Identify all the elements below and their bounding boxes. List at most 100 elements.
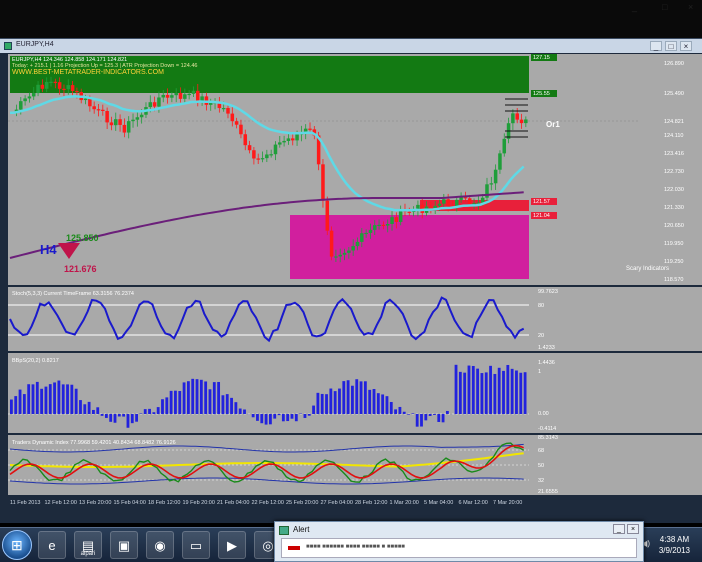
- candle-body: [347, 250, 351, 253]
- bbps-bar: [148, 408, 151, 414]
- bbps-bar: [61, 384, 65, 414]
- candle-body: [446, 199, 450, 206]
- candle-body: [165, 94, 170, 98]
- outer-minimize-icon[interactable]: _: [632, 2, 637, 12]
- price-tick-label: 120.650: [664, 223, 684, 229]
- price-tick-label: 121.330: [664, 205, 684, 211]
- firefox-icon[interactable]: ◉: [146, 531, 174, 559]
- time-tick-label: 6 Mar 12:00: [459, 500, 488, 506]
- candle-body: [252, 150, 256, 159]
- app-icon[interactable]: ▣: [110, 531, 138, 559]
- candle-body: [92, 106, 96, 110]
- candle-body: [234, 121, 239, 125]
- candle-body: [321, 164, 325, 201]
- candle-body: [502, 138, 507, 154]
- bbps-bar: [424, 414, 428, 421]
- close-button[interactable]: ×: [680, 41, 692, 51]
- candle-body: [511, 113, 515, 124]
- alert-minimize-button[interactable]: _: [613, 524, 625, 534]
- candle-body: [368, 229, 373, 233]
- time-tick-label: 21 Feb 04:00: [217, 500, 249, 506]
- bbps-bar: [320, 393, 324, 414]
- bbps-bar: [445, 410, 449, 414]
- candle-body: [101, 109, 105, 112]
- candle-body: [480, 197, 485, 203]
- media-icon[interactable]: ▶: [218, 531, 246, 559]
- bbps-bar: [316, 392, 320, 414]
- bbps-bar: [433, 414, 436, 415]
- candle-body: [355, 241, 360, 247]
- candle-body: [31, 93, 36, 97]
- bbps-bar: [467, 365, 471, 414]
- candle-body: [187, 93, 191, 96]
- candle-body: [390, 217, 394, 224]
- alpari-icon[interactable]: ▤ alpari: [74, 531, 102, 559]
- candle-body: [407, 211, 412, 213]
- folder-icon[interactable]: ▭: [182, 531, 210, 559]
- or1-label: Or1: [546, 120, 560, 129]
- trading-chart[interactable]: EURJPY,H4 124.346 124.858 124.171 124.82…: [0, 53, 702, 523]
- bbps-bar: [385, 396, 389, 414]
- tdi-scale-bg: [529, 435, 702, 495]
- candle-body: [493, 169, 498, 184]
- time-tick-label: 13 Feb 20:00: [79, 500, 111, 506]
- ie-icon[interactable]: e: [38, 531, 66, 559]
- bbps-bar: [273, 414, 277, 419]
- stoch-tick-label: 20: [538, 333, 544, 339]
- bbps-bar: [92, 409, 95, 414]
- candle-body: [152, 102, 157, 107]
- candle-body: [247, 145, 252, 151]
- bbps-bar: [333, 391, 337, 414]
- candle-body: [19, 101, 23, 110]
- bbps-bar: [338, 388, 341, 414]
- chart-title-bar[interactable]: EURJPY,H4 _ □ ×: [0, 39, 702, 53]
- candle-body: [239, 124, 243, 135]
- outer-close-icon[interactable]: ×: [688, 2, 693, 12]
- bbps-bar: [420, 414, 423, 427]
- outer-restore-icon[interactable]: □: [662, 2, 667, 12]
- minimize-button[interactable]: _: [650, 41, 662, 51]
- brand-watermark: WWW.BEST-METATRADER-INDICATORS.COM: [12, 69, 164, 76]
- candle-body: [373, 225, 377, 230]
- alert-window[interactable]: Alert _ × ■■■■ ■■■■■■ ■■■■ ■■■■■ ■ ■■■■■: [274, 521, 644, 562]
- alert-close-button[interactable]: ×: [627, 524, 639, 534]
- candle-body: [221, 108, 226, 110]
- time-tick-label: 15 Feb 04:00: [114, 500, 146, 506]
- bbps-bar: [407, 414, 410, 415]
- tdi-tick-label: 68: [538, 448, 544, 454]
- time-tick-label: 5 Mar 04:00: [424, 500, 453, 506]
- bbps-bar: [307, 414, 311, 416]
- price-tick-label: 119.950: [664, 241, 683, 247]
- price-tick-label: 124.821: [664, 119, 684, 125]
- bbps-bar: [182, 382, 186, 414]
- timeframe-badge: H4: [40, 242, 57, 257]
- start-button[interactable]: ⊞: [2, 530, 32, 560]
- price-tick-label: 122.730: [664, 169, 684, 175]
- taskbar-clock[interactable]: 4:38 AM 3/9/2013: [659, 534, 690, 556]
- bbps-bar: [70, 384, 74, 414]
- candle-body: [394, 217, 399, 222]
- maximize-button[interactable]: □: [665, 41, 677, 51]
- bbps-bar: [389, 401, 393, 414]
- candle-body: [27, 96, 32, 99]
- bbps-bar: [191, 378, 195, 414]
- candle-body: [53, 81, 58, 83]
- bbps-tick-label: 1: [538, 369, 541, 375]
- bbps-tick-label: 1.4436: [538, 360, 555, 366]
- candle-body: [278, 142, 282, 145]
- bbps-bar: [35, 381, 39, 414]
- candle-body: [498, 153, 502, 170]
- candle-body: [467, 198, 472, 204]
- bbps-bar: [27, 384, 31, 414]
- bbps-bar: [351, 385, 354, 414]
- stoch-tick-label: 99.7623: [538, 289, 558, 295]
- clock-time: 4:38 AM: [659, 535, 690, 544]
- price-tick-label: 119.250: [664, 259, 683, 265]
- time-tick-label: 12 Feb 12:00: [45, 500, 77, 506]
- candle-body: [161, 94, 165, 98]
- bbps-bar: [135, 414, 138, 422]
- stoch-tick-label: 80: [538, 303, 544, 309]
- bbps-bar: [66, 384, 69, 414]
- bbps-bar: [269, 414, 272, 425]
- chart-window-icon: [4, 42, 12, 50]
